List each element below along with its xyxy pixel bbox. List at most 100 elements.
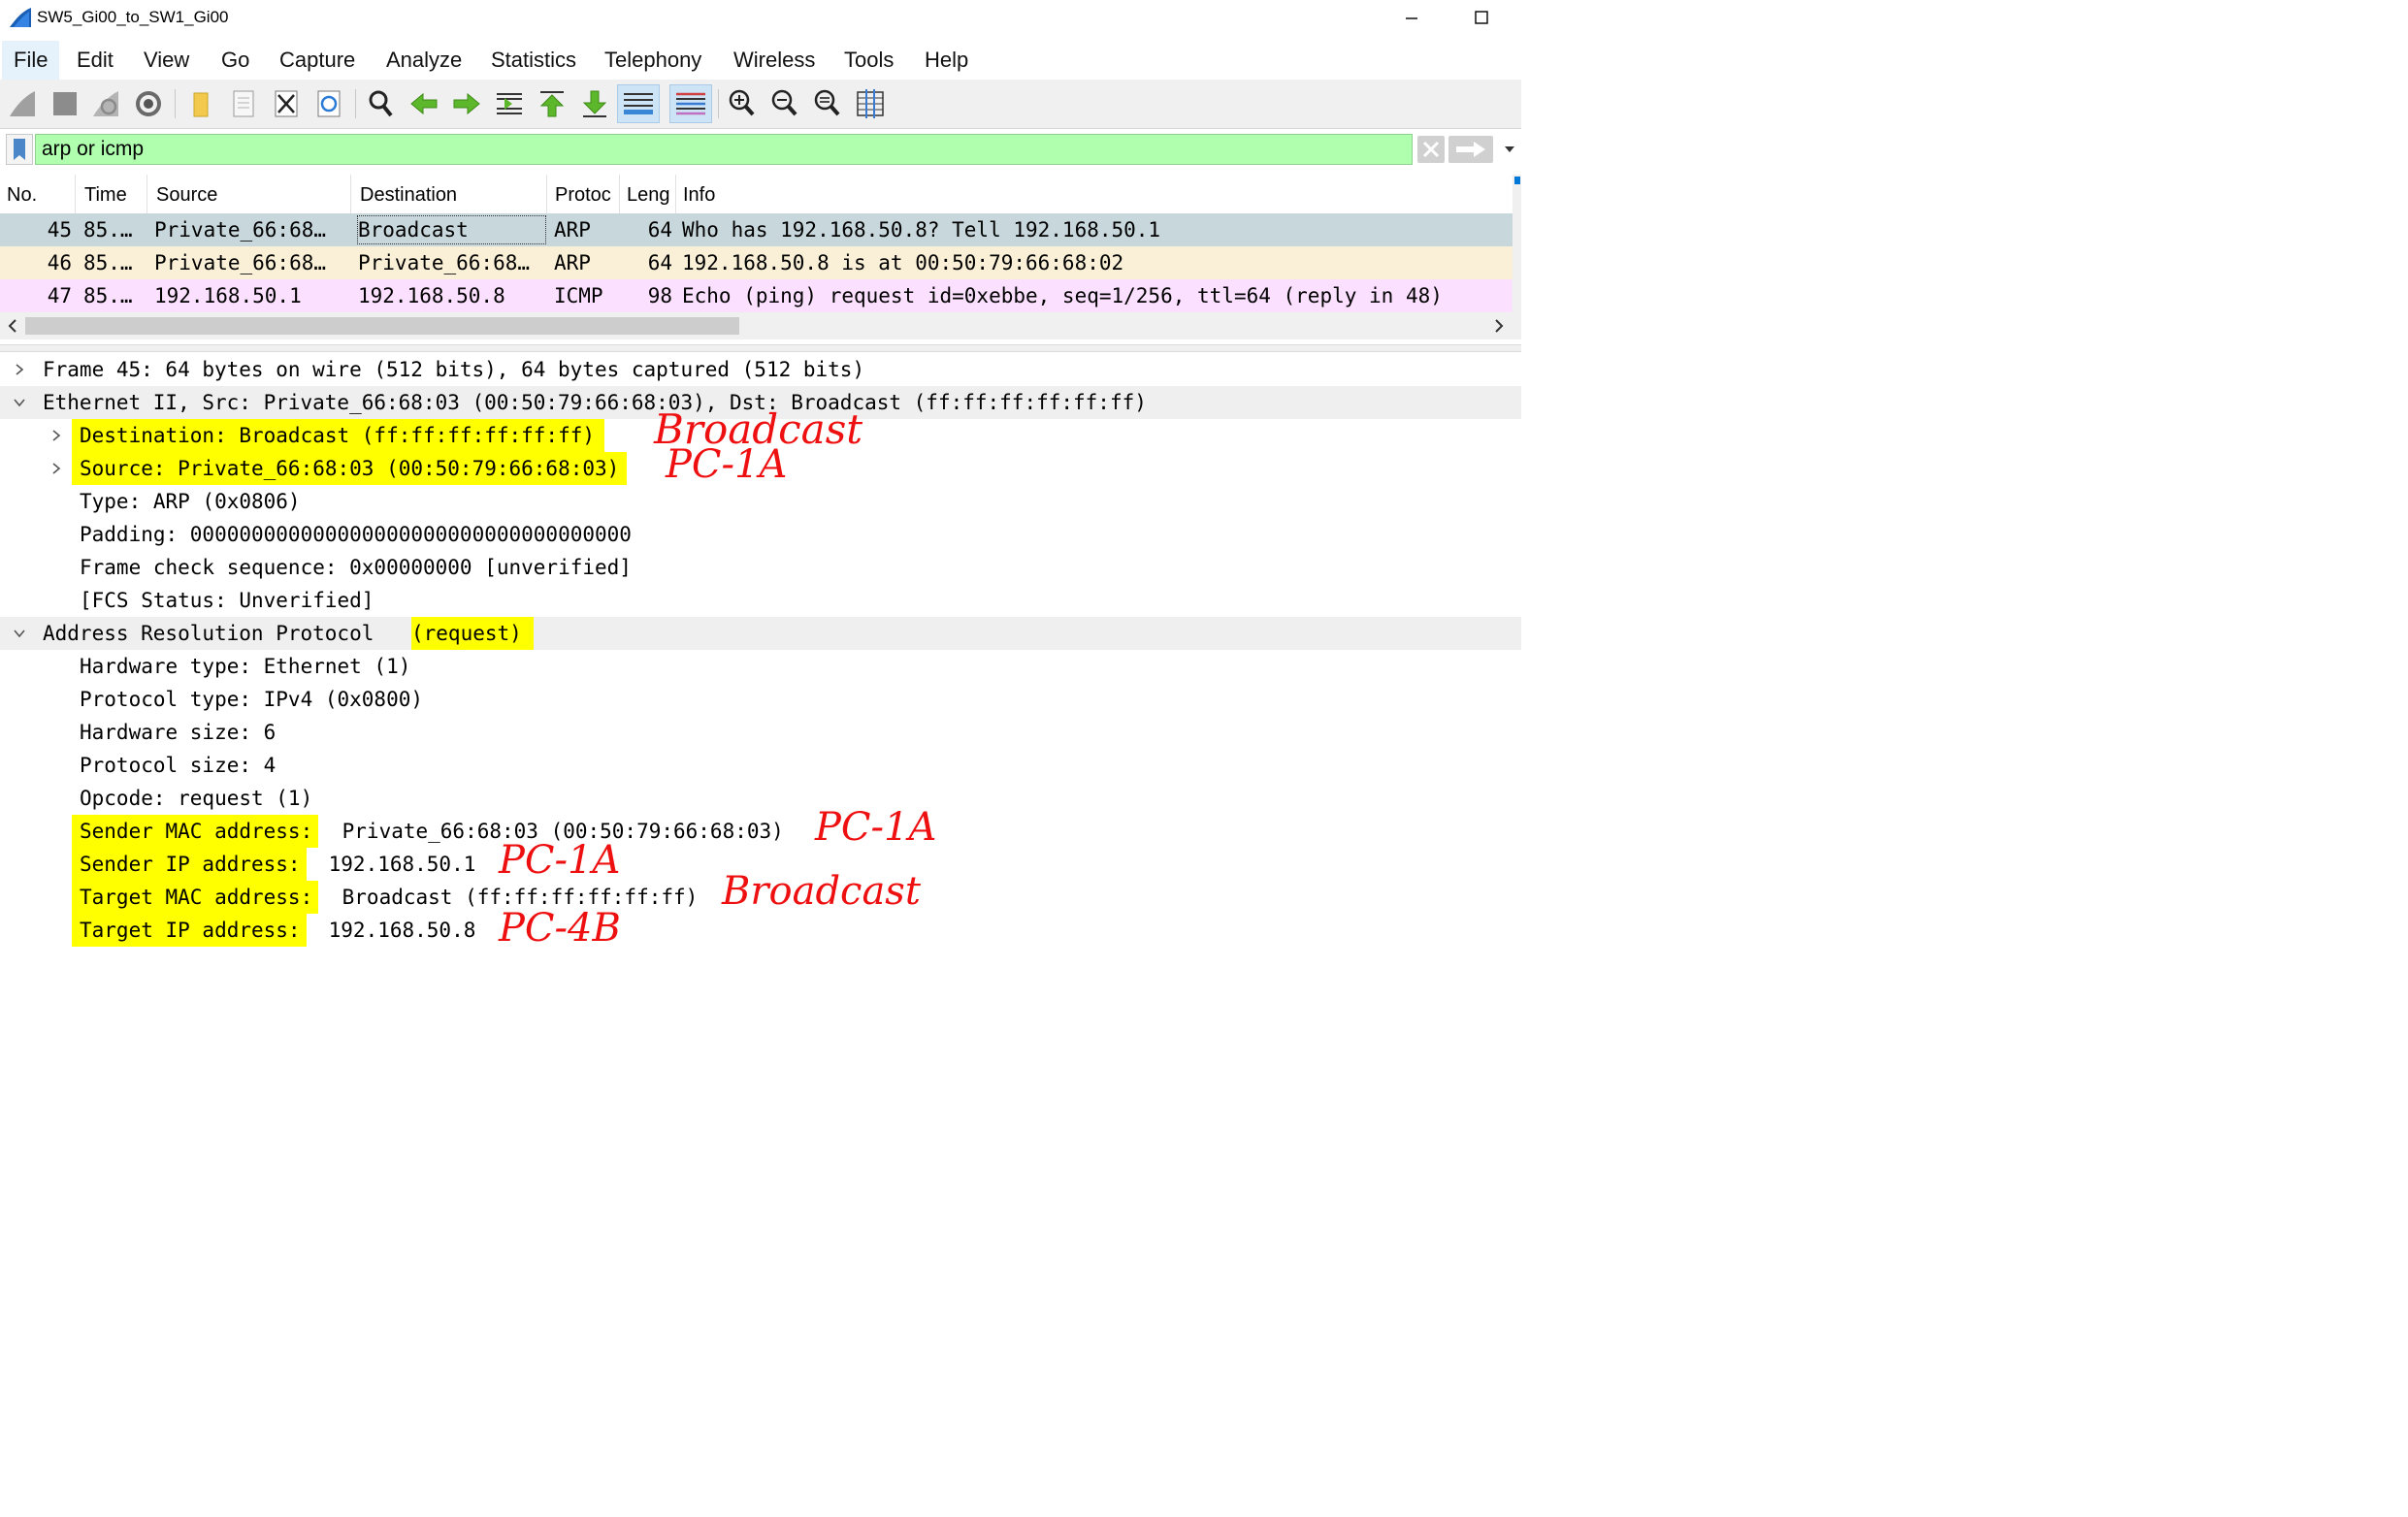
cell-destination: 192.168.50.8 [358, 284, 505, 307]
tree-row-proto-size[interactable]: Protocol size: 4 [0, 749, 1521, 782]
reload-file-icon[interactable] [310, 85, 347, 122]
title-bar: SW5_Gi00_to_SW1_Gi00 [0, 0, 1521, 37]
column-header-destination[interactable]: Destination [353, 175, 547, 213]
menu-wireless[interactable]: Wireless [722, 41, 827, 80]
menu-go[interactable]: Go [210, 41, 261, 80]
tree-row-sender-mac[interactable]: Sender MAC address: Private_66:68:03 (00… [0, 805, 1521, 850]
clear-filter-button[interactable] [1417, 136, 1445, 163]
restart-capture-icon[interactable] [87, 85, 124, 122]
menu-tools[interactable]: Tools [832, 41, 905, 80]
protocol-type-field: Protocol type: IPv4 (0x0800) [80, 688, 424, 711]
chevron-right-icon[interactable] [49, 461, 64, 476]
cell-no: 45 [47, 218, 72, 242]
tree-row-eth-padding[interactable]: Padding: 0000000000000000000000000000000… [0, 518, 1521, 551]
scroll-thumb[interactable] [25, 317, 739, 335]
close-file-icon[interactable] [268, 85, 305, 122]
cell-info: Echo (ping) request id=0xebbe, seq=1/256… [682, 284, 1443, 307]
menu-help[interactable]: Help [913, 41, 980, 80]
menu-statistics[interactable]: Statistics [479, 41, 588, 80]
tree-row-eth-source[interactable]: Source: Private_66:68:03 (00:50:79:66:68… [0, 442, 1521, 487]
packet-details-tree: Frame 45: 64 bytes on wire (512 bits), 6… [0, 353, 1521, 954]
hardware-type-field: Hardware type: Ethernet (1) [80, 655, 411, 678]
go-forward-icon[interactable] [448, 85, 485, 122]
filter-bookmark-button[interactable] [6, 134, 33, 165]
apply-filter-button[interactable] [1448, 136, 1493, 163]
sender-mac-label: Sender MAC address: [72, 815, 319, 848]
shark-fin-start-icon[interactable] [4, 85, 41, 122]
target-ip-value: 192.168.50.8 [316, 919, 476, 942]
go-back-icon[interactable] [406, 85, 442, 122]
tree-row-opcode[interactable]: Opcode: request (1) [0, 782, 1521, 815]
menu-telephony[interactable]: Telephony [593, 41, 713, 80]
tree-row-frame[interactable]: Frame 45: 64 bytes on wire (512 bits), 6… [0, 353, 1521, 386]
colorize-button[interactable] [669, 84, 712, 123]
display-filter-input[interactable]: arp or icmp [35, 134, 1413, 165]
bookmark-icon [14, 139, 25, 160]
cell-time: 85.… [83, 284, 133, 307]
go-to-packet-icon[interactable] [491, 85, 528, 122]
vertical-scroll-thumb[interactable] [1514, 177, 1520, 184]
arrow-right-icon [1456, 142, 1485, 157]
menu-analyze[interactable]: Analyze [374, 41, 473, 80]
save-file-icon[interactable] [225, 85, 262, 122]
cell-source: 192.168.50.1 [154, 284, 302, 307]
tree-row-target-ip[interactable]: Target IP address: 192.168.50.8 PC-4B [0, 906, 1521, 951]
zoom-in-icon[interactable] [724, 85, 761, 122]
cell-protocol: ARP [554, 251, 591, 274]
target-ip-label: Target IP address: [72, 914, 307, 947]
open-file-icon[interactable] [182, 85, 219, 122]
chevron-down-icon[interactable] [12, 626, 27, 641]
column-header-info[interactable]: Info [676, 175, 1513, 213]
tree-row-hw-size[interactable]: Hardware size: 6 [0, 716, 1521, 749]
pane-splitter[interactable] [0, 344, 1521, 352]
eth-source-field: Source: Private_66:68:03 (00:50:79:66:68… [72, 452, 628, 485]
horizontal-scrollbar[interactable] [0, 312, 1513, 339]
chevron-down-icon[interactable] [1502, 140, 1517, 159]
cell-info: 192.168.50.8 is at 00:50:79:66:68:02 [682, 251, 1124, 274]
column-header-length[interactable]: Leng [620, 175, 676, 213]
autoscroll-button[interactable] [617, 84, 660, 123]
chevron-down-icon[interactable] [12, 395, 27, 410]
packet-row-46[interactable]: 46 85.… Private_66:68… Private_66:68… AR… [0, 246, 1513, 279]
normal-size-icon[interactable] [809, 85, 846, 122]
tree-row-proto-type[interactable]: Protocol type: IPv4 (0x0800) [0, 683, 1521, 716]
menu-file[interactable]: File [2, 41, 60, 80]
maximize-button[interactable] [1467, 4, 1496, 31]
tree-row-arp[interactable]: Address Resolution Protocol (request) [0, 617, 1521, 650]
menu-view[interactable]: View [132, 41, 201, 80]
minimize-button[interactable] [1397, 4, 1426, 31]
packet-list-header: No. Time Source Destination Protoc Leng … [0, 175, 1513, 213]
packet-row-47[interactable]: 47 85.… 192.168.50.1 192.168.50.8 ICMP 9… [0, 279, 1513, 312]
cell-protocol: ARP [554, 218, 591, 242]
vertical-scrollbar[interactable] [1513, 175, 1521, 339]
column-header-no[interactable]: No. [0, 175, 76, 213]
chevron-right-icon[interactable] [49, 428, 64, 443]
go-first-icon[interactable] [534, 85, 570, 122]
go-last-icon[interactable] [576, 85, 613, 122]
cell-no: 47 [47, 284, 72, 307]
scroll-left-icon[interactable] [6, 317, 19, 335]
stop-capture-icon[interactable] [47, 85, 83, 122]
display-filter-bar: arp or icmp [0, 130, 1521, 173]
column-header-source[interactable]: Source [149, 175, 351, 213]
find-packet-icon[interactable] [363, 85, 400, 122]
zoom-out-icon[interactable] [766, 85, 803, 122]
scroll-right-icon[interactable] [1492, 317, 1506, 335]
packet-row-45[interactable]: 45 85.… Private_66:68… Broadcast ARP 64 … [0, 213, 1513, 246]
autoscroll-icon [624, 93, 653, 114]
cell-source: Private_66:68… [154, 218, 327, 242]
capture-options-icon[interactable] [130, 85, 167, 122]
tree-row-hw-type[interactable]: Hardware type: Ethernet (1) [0, 650, 1521, 683]
tree-row-eth-fcs-status[interactable]: [FCS Status: Unverified] [0, 584, 1521, 617]
menu-edit[interactable]: Edit [65, 41, 125, 80]
tree-row-eth-type[interactable]: Type: ARP (0x0806) [0, 485, 1521, 518]
tree-row-target-mac[interactable]: Target MAC address: Broadcast (ff:ff:ff:… [0, 869, 1521, 914]
tree-row-eth-fcs[interactable]: Frame check sequence: 0x00000000 [unveri… [0, 551, 1521, 584]
menu-capture[interactable]: Capture [268, 41, 367, 80]
chevron-right-icon[interactable] [12, 362, 27, 377]
resize-columns-icon[interactable] [852, 85, 889, 122]
column-header-protocol[interactable]: Protoc [548, 175, 620, 213]
wireshark-logo-icon [10, 8, 31, 27]
column-header-time[interactable]: Time [78, 175, 147, 213]
eth-destination-field: Destination: Broadcast (ff:ff:ff:ff:ff:f… [72, 419, 605, 452]
